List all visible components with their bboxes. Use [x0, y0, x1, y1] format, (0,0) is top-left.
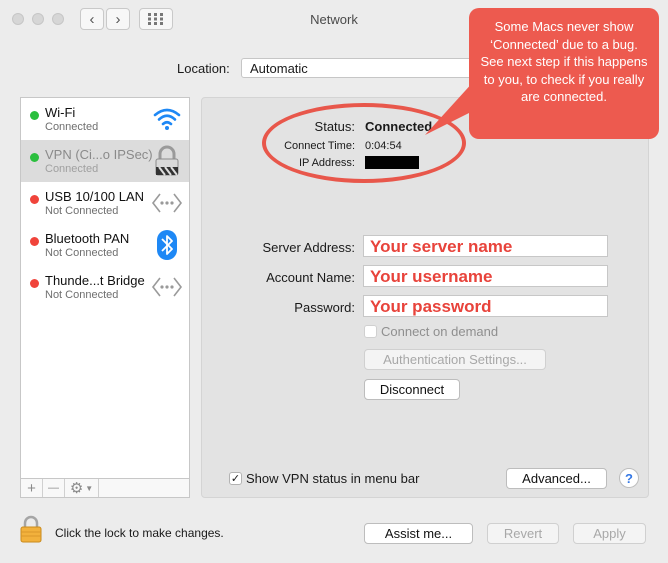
disconnect-button[interactable]: Disconnect: [364, 379, 460, 400]
remove-service-button[interactable]: —: [43, 479, 65, 497]
service-name: VPN (Ci...o IPSec): [45, 147, 153, 162]
location-label: Location:: [177, 61, 230, 76]
bluetooth-icon: [151, 229, 183, 261]
ethernet-icon: [151, 187, 183, 219]
service-status: Not Connected: [45, 205, 119, 217]
service-list-toolbar: + — ⚙ ▼: [20, 478, 190, 498]
show-vpn-status-checkbox[interactable]: ✓: [229, 472, 242, 485]
advanced-button[interactable]: Advanced...: [506, 468, 607, 489]
server-address-value: Your server name: [370, 237, 513, 256]
service-status: Connected: [45, 163, 99, 175]
service-item-usb-lan[interactable]: USB 10/100 LAN Not Connected: [21, 182, 189, 224]
service-item-wifi[interactable]: Wi-Fi Connected: [21, 98, 189, 140]
ethernet-icon: [151, 271, 183, 303]
server-address-label: Server Address:: [262, 240, 356, 255]
service-name: Bluetooth PAN: [45, 231, 130, 246]
connect-on-demand-label: Connect on demand: [381, 324, 499, 339]
service-list: Wi-Fi Connected VPN (Ci...o IPSec) Conne…: [20, 97, 190, 498]
password-label: Password:: [294, 300, 355, 315]
account-name-value: Your username: [370, 267, 493, 286]
apply-button[interactable]: Apply: [573, 523, 646, 544]
service-item-vpn[interactable]: VPN (Ci...o IPSec) Connected: [21, 140, 189, 182]
service-item-bluetooth-pan[interactable]: Bluetooth PAN Not Connected: [21, 224, 189, 266]
status-dot: [30, 195, 39, 204]
password-field[interactable]: Your password: [363, 295, 608, 317]
password-value: Your password: [370, 297, 492, 316]
lock-button[interactable]: [19, 515, 43, 543]
authentication-settings-button[interactable]: Authentication Settings...: [364, 349, 546, 370]
lock-icon: [20, 515, 42, 543]
revert-button[interactable]: Revert: [487, 523, 559, 544]
help-button[interactable]: ?: [619, 468, 639, 488]
status-dot: [30, 279, 39, 288]
service-status: Connected: [45, 121, 99, 133]
service-name: USB 10/100 LAN: [45, 189, 145, 204]
status-dot: [30, 111, 39, 120]
service-status: Not Connected: [45, 289, 119, 301]
checkmark-icon: ✓: [230, 473, 241, 485]
annotation-callout: Some Macs never show ‘Connected’ due to …: [469, 8, 659, 139]
lock-icon: [151, 145, 183, 177]
wifi-icon: [151, 103, 183, 135]
service-status: Not Connected: [45, 247, 119, 259]
add-service-button[interactable]: +: [21, 479, 43, 497]
service-name: Thunde...t Bridge: [45, 273, 145, 288]
status-dot: [30, 153, 39, 162]
assist-me-button[interactable]: Assist me...: [364, 523, 473, 544]
account-name-label: Account Name:: [266, 270, 355, 285]
service-name: Wi-Fi: [45, 105, 76, 120]
location-select[interactable]: Automatic: [241, 58, 481, 78]
show-vpn-status-label: Show VPN status in menu bar: [246, 471, 420, 486]
connect-on-demand-checkbox[interactable]: [364, 325, 377, 338]
service-actions-button[interactable]: ⚙ ▼: [65, 479, 99, 497]
status-dot: [30, 237, 39, 246]
server-address-field[interactable]: Your server name: [363, 235, 608, 257]
service-item-thunderbolt-bridge[interactable]: Thunde...t Bridge Not Connected: [21, 266, 189, 308]
gear-icon: ⚙: [69, 480, 84, 497]
chevron-down-icon: ▼: [85, 483, 94, 493]
lock-message: Click the lock to make changes.: [55, 526, 224, 540]
account-name-field[interactable]: Your username: [363, 265, 608, 287]
